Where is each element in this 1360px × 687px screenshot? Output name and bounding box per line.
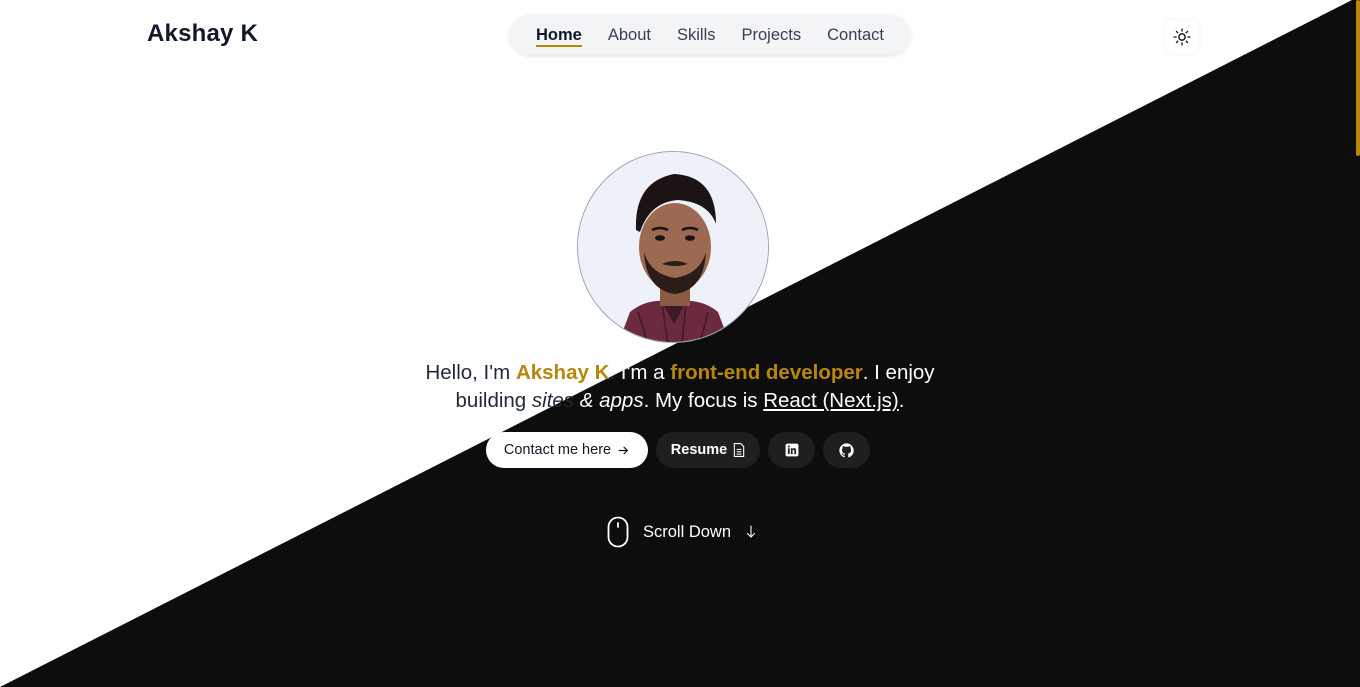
intro-enjoy: . I enjoy (862, 361, 935, 384)
document-icon (734, 443, 745, 457)
nav-projects[interactable]: Projects (729, 15, 815, 55)
arrow-down-icon (746, 525, 756, 538)
nav-skills[interactable]: Skills (664, 15, 729, 55)
intro-end: . (898, 389, 905, 412)
github-button[interactable] (823, 432, 870, 468)
linkedin-icon (785, 443, 798, 457)
scroll-down-label: Scroll Down (643, 522, 732, 541)
sun-icon (1173, 28, 1191, 46)
nav-about[interactable]: About (595, 15, 664, 55)
intro-seg-im: I'm a (615, 361, 671, 384)
theme-toggle-button[interactable] (1165, 20, 1199, 54)
intro-sites: sites (531, 389, 575, 412)
resume-button[interactable]: Resume (656, 432, 760, 468)
intro-line-1: Hello, I'm Akshay K. I'm a front-end dev… (380, 359, 980, 387)
intro-apps: & apps (574, 389, 644, 412)
contact-button[interactable]: Contact me here (486, 432, 648, 468)
intro-line-2: building sites & apps. My focus is React… (380, 387, 980, 415)
scrollbar-thumb[interactable] (1356, 0, 1360, 156)
github-icon (839, 442, 854, 457)
arrow-right-icon (618, 446, 629, 454)
intro-building: building (455, 389, 532, 412)
contact-button-label: Contact me here (503, 442, 612, 458)
portrait-illustration (578, 152, 768, 342)
scroll-down-link[interactable]: Scroll Down (607, 516, 757, 548)
nav-home[interactable]: Home (523, 15, 595, 55)
mouse-icon (607, 516, 629, 548)
nav-contact[interactable]: Contact (814, 15, 897, 55)
intro-text: Hello, I'm Akshay K. I'm a front-end dev… (380, 359, 980, 415)
avatar (577, 151, 769, 343)
intro-greeting: Hello, I'm (425, 361, 516, 384)
intro-focus: React (Next.js) (763, 389, 899, 412)
linkedin-button[interactable] (768, 432, 815, 468)
intro-name: Akshay K (515, 361, 610, 384)
main-nav: Home About Skills Projects Contact (510, 15, 910, 55)
resume-button-label: Resume (670, 442, 728, 458)
site-logo[interactable]: Akshay K (147, 20, 258, 48)
intro-focus-label: . My focus is (643, 389, 764, 412)
hero-actions: Contact me here Resume (486, 432, 870, 468)
diagonal-dark-background (0, 0, 1360, 687)
intro-role: front-end developer (670, 361, 863, 384)
